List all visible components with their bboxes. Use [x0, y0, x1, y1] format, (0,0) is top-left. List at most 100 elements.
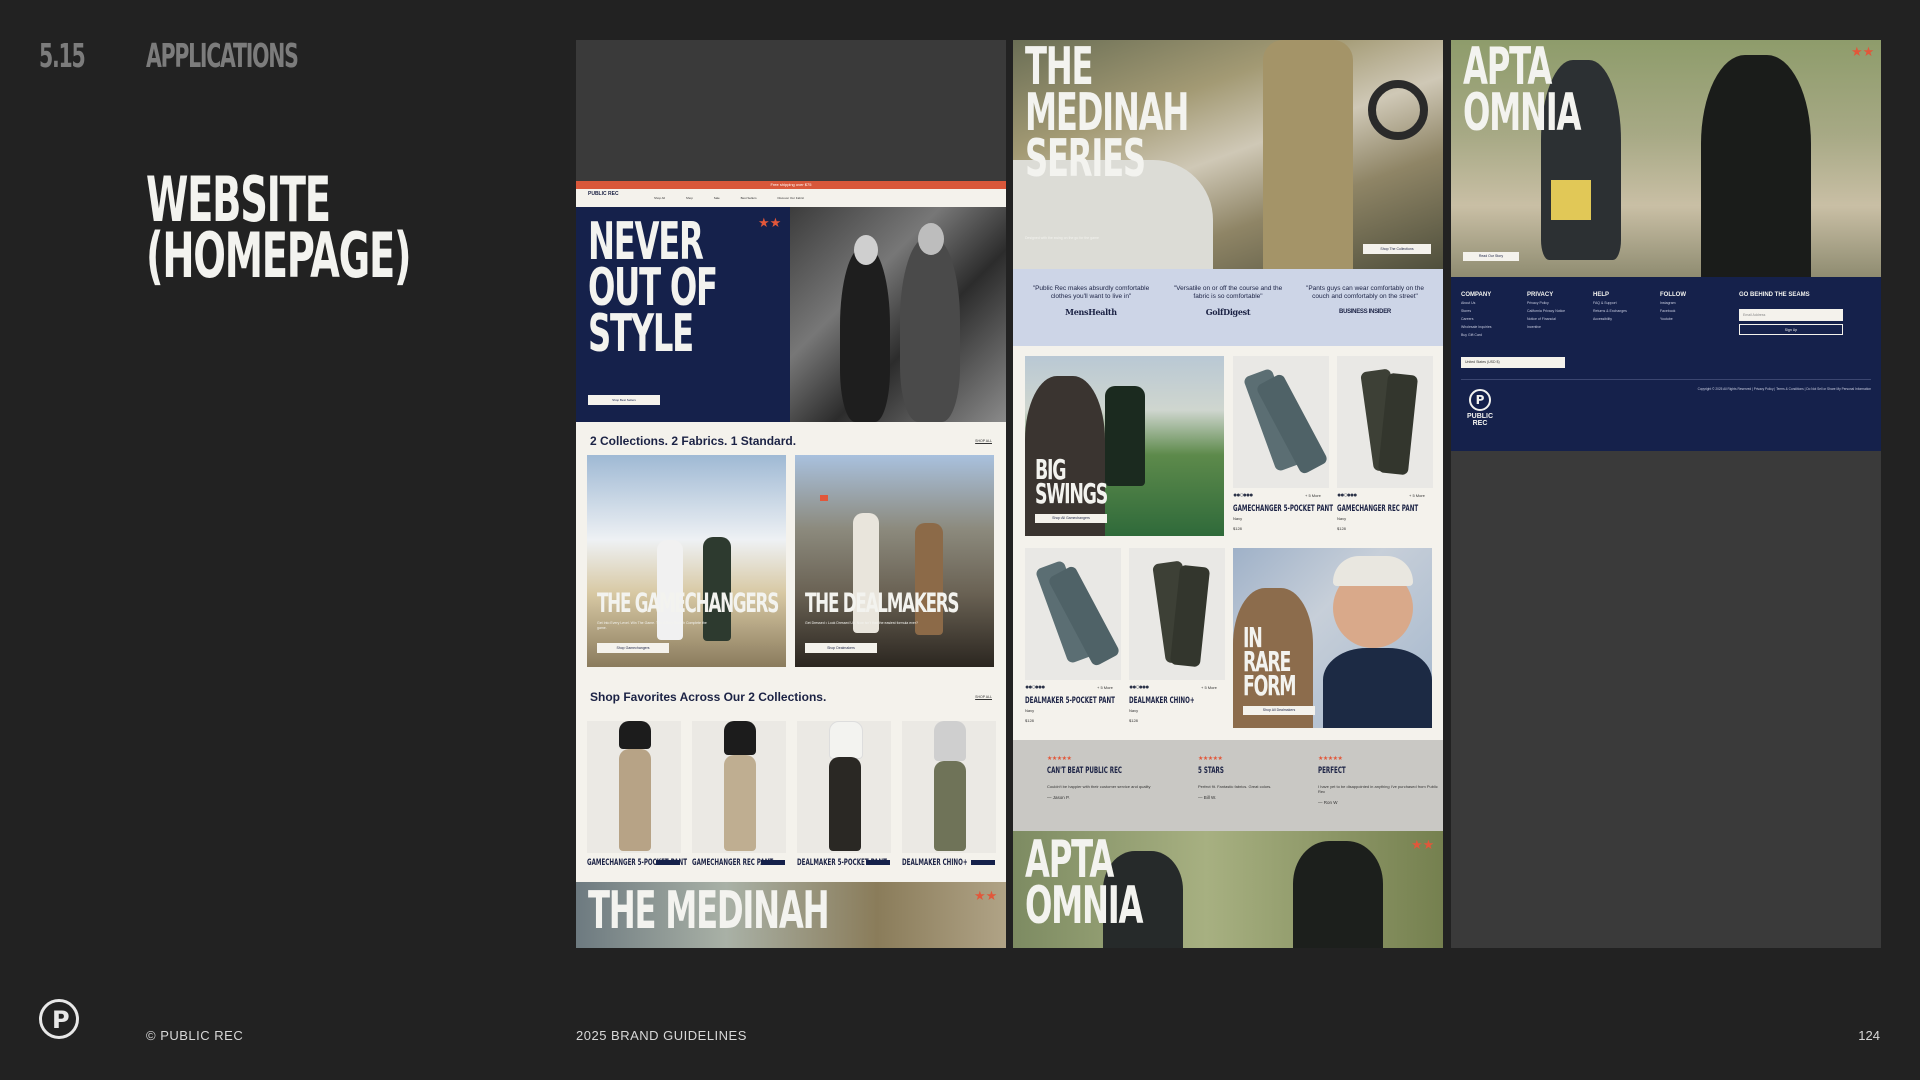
- apta-omnia-hero: APTA OMNIA ★★ Read Our Story: [1451, 40, 1881, 277]
- more-colors: + 5 More: [1409, 493, 1425, 498]
- mens-health-logo: MensHealth: [1065, 307, 1117, 317]
- hero-stars: ★★: [758, 215, 782, 230]
- product-tile[interactable]: [902, 721, 996, 853]
- color-swatches[interactable]: ●●○●●●: [1025, 684, 1045, 691]
- big-swings-tile[interactable]: BIG SWINGS Shop All Gamechangers: [1025, 356, 1224, 536]
- product-image[interactable]: [1233, 356, 1329, 488]
- review-body: Couldn't be happier with their customer …: [1047, 784, 1151, 789]
- footer-link[interactable]: Incentive: [1527, 324, 1565, 330]
- golf-digest-logo: GolfDigest: [1205, 307, 1251, 317]
- shop-collections-button[interactable]: Shop The Collections: [1363, 244, 1431, 254]
- hero-banner: NEVER OUT OF STYLE ★★ Shop Best Sellers: [576, 207, 790, 422]
- product-image[interactable]: [1337, 356, 1433, 488]
- site-logo[interactable]: PUBLIC REC: [588, 192, 619, 197]
- sign-up-button[interactable]: Sign Up: [1739, 324, 1843, 335]
- add-to-cart-button[interactable]: [866, 860, 890, 865]
- review-body: I have yet to be disappointed in anythin…: [1318, 784, 1438, 794]
- shop-gamechangers-button[interactable]: Shop All Gamechangers: [1035, 514, 1107, 523]
- in-rare-form-title: IN RARE FORM: [1243, 621, 1297, 702]
- product-price: $128: [1337, 526, 1346, 531]
- footer-guide-title: 2025 BRAND GUIDELINES: [576, 1028, 747, 1043]
- add-to-cart-button[interactable]: [656, 860, 680, 865]
- footer-link[interactable]: Notice of Financial: [1527, 316, 1565, 322]
- footer-link[interactable]: California Privacy Notice: [1527, 308, 1565, 314]
- nav-link[interactable]: Sale: [714, 196, 720, 200]
- nav-link[interactable]: Shop All: [654, 196, 665, 200]
- in-rare-form-tile[interactable]: IN RARE FORM Shop All Dealmakers: [1233, 548, 1432, 728]
- business-insider-logo: BUSINESS INSIDER: [1339, 309, 1391, 315]
- footer-link[interactable]: Returns & Exchanges: [1593, 308, 1627, 314]
- teaser-stars: ★★: [1411, 837, 1435, 852]
- review: ★★★★★ PERFECT I have yet to be disappoin…: [1318, 755, 1438, 805]
- color-swatches[interactable]: ●●○●●●: [1233, 492, 1253, 499]
- legal-links[interactable]: Copyright © 2025 All Rights Reserved | P…: [1698, 387, 1871, 391]
- collection-card-gamechangers[interactable]: THE GAMECHANGERS Get Into Every Level. W…: [587, 455, 786, 667]
- review: ★★★★★ 5 STARS Perfect fit. Fantastic fab…: [1198, 755, 1318, 800]
- apta-omnia-title: APTA OMNIA: [1463, 40, 1581, 143]
- medinah-title: THE MEDINAH SERIES: [1025, 40, 1189, 189]
- product-price: $128: [1025, 718, 1034, 723]
- p-logo-icon: P: [1469, 389, 1491, 411]
- press-quote: "Public Rec makes absurdly comfortable c…: [1032, 285, 1150, 317]
- product-price: $128: [1233, 526, 1242, 531]
- footer-link[interactable]: Stores: [1461, 308, 1492, 314]
- product-tile[interactable]: [692, 721, 786, 853]
- color-swatches[interactable]: ●●○●●●: [1337, 492, 1357, 499]
- section-name: APPLICATIONS: [146, 36, 299, 75]
- collection-card-dealmakers[interactable]: THE DEALMAKERS Get Dressed • Look Dresse…: [795, 455, 994, 667]
- footer-column: PRIVACY Privacy Policy California Privac…: [1527, 292, 1566, 330]
- review: ★★★★★ CAN'T BEAT PUBLIC REC Couldn't be …: [1047, 755, 1167, 800]
- footer-link[interactable]: Wholesale Inquiries: [1461, 324, 1492, 330]
- shop-dealmakers-button[interactable]: Shop Dealmakers: [805, 643, 877, 653]
- product-price: $128: [1129, 718, 1138, 723]
- product-tile[interactable]: [587, 721, 681, 853]
- nav-link[interactable]: Discover Our Fabric: [777, 196, 804, 200]
- nav-links: Shop All Shop Sale Best Sellers Discover…: [654, 196, 824, 200]
- more-colors: + 5 More: [1201, 685, 1217, 690]
- teaser-stars: ★★: [974, 888, 998, 903]
- footer-link[interactable]: FAQ & Support: [1593, 300, 1627, 306]
- read-our-story-button[interactable]: Read Our Story: [1463, 252, 1519, 261]
- footer-link[interactable]: Youtube: [1660, 316, 1686, 322]
- card-subtitle: Get Dressed • Look Dressed Up. Now isn't…: [805, 621, 918, 625]
- shop-dealmakers-button[interactable]: Shop All Dealmakers: [1243, 706, 1315, 715]
- announcement-bar: Free shipping over $75: [576, 181, 1006, 189]
- reviews-strip: ★★★★★ CAN'T BEAT PUBLIC REC Couldn't be …: [1013, 740, 1443, 831]
- reviewer-name: — Bill W.: [1198, 795, 1217, 800]
- apta-omnia-teaser: APTA OMNIA ★★: [1013, 831, 1443, 948]
- rating-stars: ★★★★★: [1198, 756, 1223, 762]
- footer-brand-logo: P PUBLIC REC: [1461, 389, 1499, 427]
- footer-link[interactable]: Instagram: [1660, 300, 1686, 306]
- country-select[interactable]: United States (USD $): [1461, 357, 1565, 368]
- email-input[interactable]: Email Address: [1739, 309, 1843, 321]
- add-to-cart-button[interactable]: [971, 860, 995, 865]
- rating-stars: ★★★★★: [1047, 756, 1072, 762]
- review-title: PERFECT: [1318, 766, 1346, 776]
- footer-copyright: © PUBLIC REC: [146, 1028, 244, 1043]
- shop-gamechangers-button[interactable]: Shop Gamechangers: [597, 643, 669, 653]
- teaser-title: APTA OMNIA: [1025, 830, 1143, 936]
- footer-link[interactable]: Accessibility: [1593, 316, 1627, 322]
- footer-column: COMPANY About Us Stores Careers Wholesal…: [1461, 292, 1492, 338]
- hero-shop-button[interactable]: Shop Best Sellers: [588, 395, 660, 405]
- shop-all-link[interactable]: SHOP ALL: [975, 439, 992, 443]
- collections-heading: 2 Collections. 2 Fabrics. 1 Standard.: [590, 434, 797, 448]
- color-swatches[interactable]: ●●○●●●: [1129, 684, 1149, 691]
- footer-link[interactable]: Privacy Policy: [1527, 300, 1565, 306]
- product-image[interactable]: [1025, 548, 1121, 680]
- add-to-cart-button[interactable]: [761, 860, 785, 865]
- product-image[interactable]: [1129, 548, 1225, 680]
- product-tile[interactable]: [797, 721, 891, 853]
- footer-link[interactable]: Buy Gift Card: [1461, 332, 1492, 338]
- nav-link[interactable]: Best Sellers: [741, 196, 757, 200]
- reviewer-name: — Jason P.: [1047, 795, 1070, 800]
- footer-link[interactable]: Facebook: [1660, 308, 1686, 314]
- footer-link[interactable]: About Us: [1461, 300, 1492, 306]
- section-number: 5.15: [39, 36, 86, 75]
- footer-link[interactable]: Careers: [1461, 316, 1492, 322]
- shop-all-link[interactable]: SHOP ALL: [975, 695, 992, 699]
- teaser-title: THE MEDINAH: [588, 881, 830, 941]
- hero-photo: [790, 207, 1006, 422]
- nav-link[interactable]: Shop: [686, 196, 693, 200]
- page-number: 124: [1858, 1028, 1880, 1043]
